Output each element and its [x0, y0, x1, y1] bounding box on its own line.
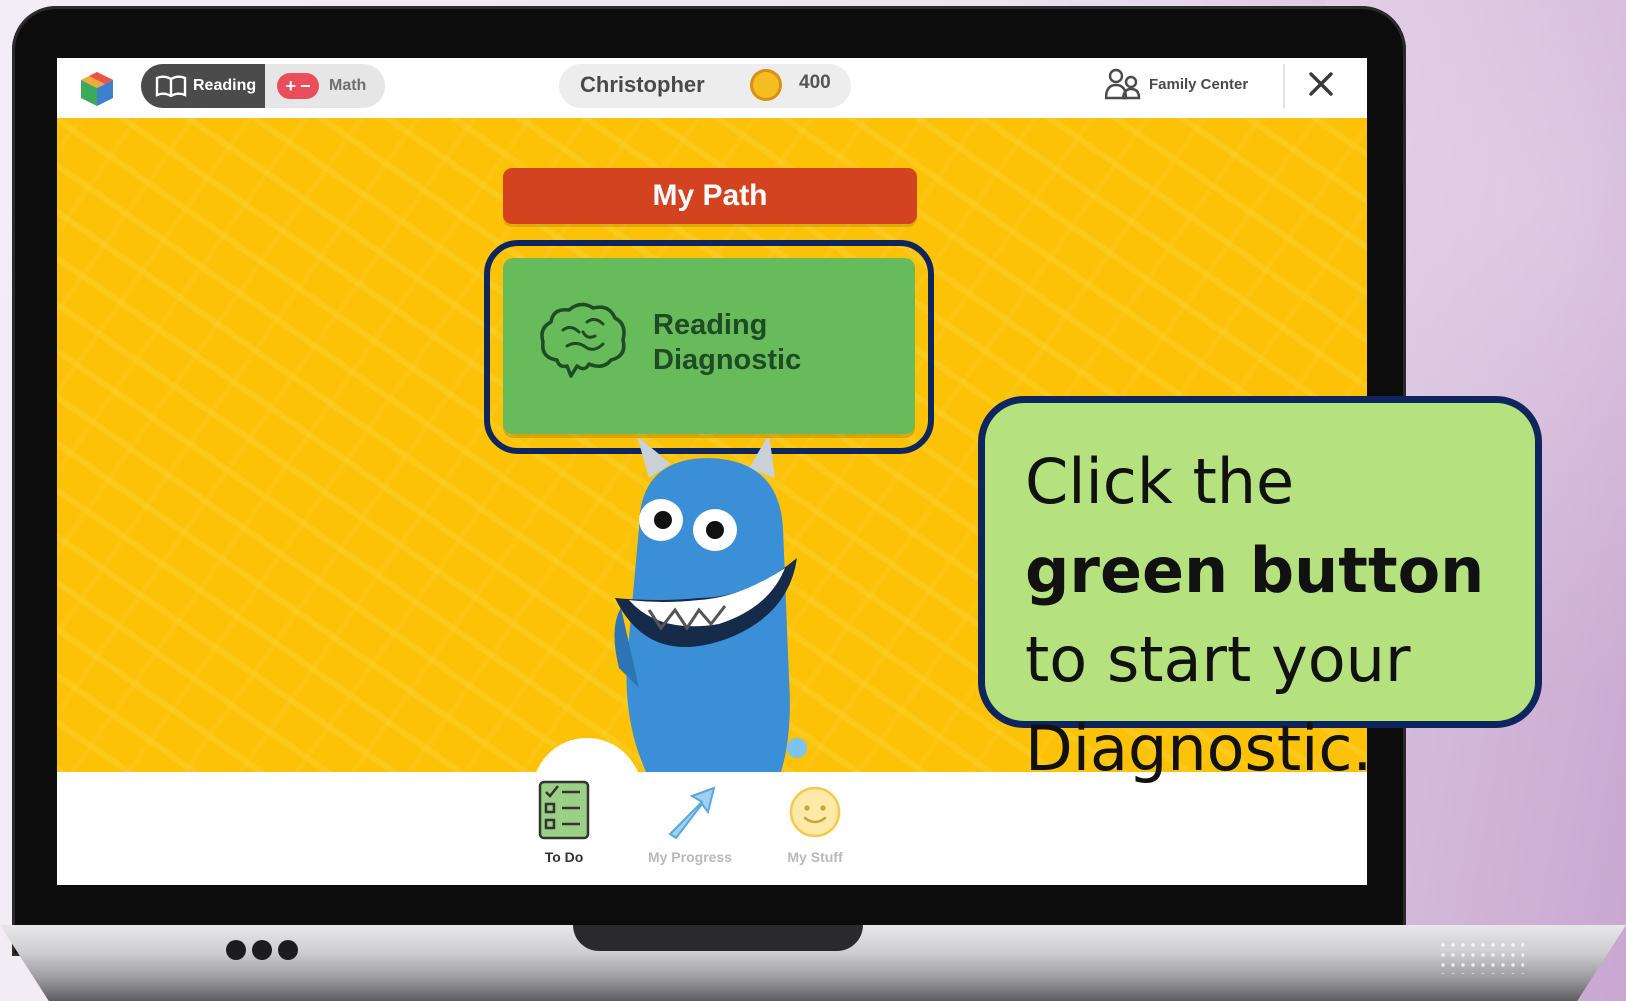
arrow-up-right-icon	[668, 786, 716, 840]
coin-icon	[750, 69, 782, 101]
reading-diagnostic-label: Reading Diagnostic	[653, 309, 802, 376]
laptop-dots	[226, 940, 298, 960]
app-logo-icon[interactable]	[79, 70, 115, 108]
family-center-button[interactable]: Family Center	[1105, 68, 1248, 100]
nav-todo-label: To Do	[544, 849, 584, 865]
nav-my-stuff-label: My Stuff	[787, 849, 843, 865]
user-name: Christopher	[580, 72, 705, 97]
instruction-callout: Click the green button to start your Dia…	[978, 396, 1542, 785]
monster-mascot	[614, 438, 807, 772]
family-icon	[1105, 68, 1141, 100]
laptop-notch	[573, 925, 863, 951]
coin-count: 400	[799, 72, 831, 93]
tab-math-label: Math	[329, 77, 367, 94]
book-icon	[155, 75, 187, 97]
callout-bold-text: green button	[1025, 534, 1485, 607]
my-path-heading: My Path	[503, 168, 917, 224]
family-center-label: Family Center	[1149, 75, 1249, 93]
tab-reading[interactable]: Reading	[141, 64, 265, 108]
top-bar: Reading + − Math Christopher 400 Family C…	[57, 58, 1367, 118]
nav-my-progress[interactable]: My Progress	[640, 778, 740, 865]
close-icon[interactable]	[1305, 68, 1337, 100]
topbar-divider	[1283, 64, 1285, 108]
nav-todo[interactable]: To Do	[514, 778, 614, 865]
checklist-icon	[538, 780, 590, 840]
nav-my-progress-label: My Progress	[647, 849, 733, 865]
plus-minus-icon: + −	[277, 73, 319, 99]
smiley-icon	[789, 786, 841, 838]
callout-text-2: to start your Diagnostic.	[1025, 623, 1411, 785]
tab-math[interactable]: + − Math	[265, 64, 385, 108]
brain-icon	[540, 302, 626, 378]
callout-text-1: Click the	[1025, 445, 1295, 518]
reading-diagnostic-button[interactable]: Reading Diagnostic	[503, 258, 915, 434]
tab-reading-label: Reading	[193, 77, 257, 94]
nav-my-stuff[interactable]: My Stuff	[765, 778, 865, 865]
laptop-speaker-grille	[1438, 940, 1524, 974]
